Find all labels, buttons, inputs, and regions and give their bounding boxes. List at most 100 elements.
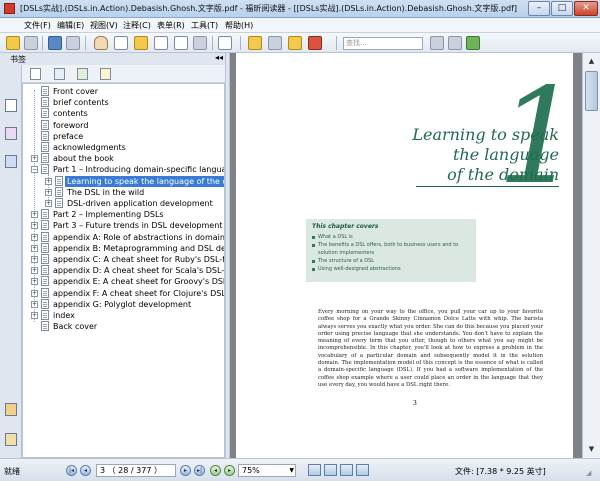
bookmark-item[interactable]: + appendix D: A cheat sheet for Scala's D… bbox=[23, 265, 224, 276]
bookmark-label: acknowledgments bbox=[53, 143, 126, 152]
note-icon[interactable] bbox=[268, 36, 282, 50]
expand-icon[interactable]: + bbox=[45, 200, 52, 207]
resize-grip-icon[interactable]: ◢ bbox=[586, 469, 596, 479]
menu-form[interactable]: 表单(R) bbox=[157, 20, 185, 31]
bookmark-item[interactable]: + about the book bbox=[23, 153, 224, 164]
close-button[interactable]: ✕ bbox=[574, 1, 598, 16]
menu-view[interactable]: 视图(V) bbox=[90, 20, 118, 31]
stamp-icon[interactable] bbox=[308, 36, 322, 50]
prev-page-button[interactable]: ◂ bbox=[80, 465, 91, 476]
minimize-button[interactable]: – bbox=[528, 1, 550, 16]
expand-icon[interactable]: + bbox=[31, 289, 38, 297]
bookmark-item[interactable]: Back cover bbox=[23, 321, 224, 332]
bookmark-item[interactable]: Front cover bbox=[23, 86, 224, 97]
document-view[interactable]: 1 Learning to speak the language of the … bbox=[230, 53, 600, 458]
search-prev-icon[interactable] bbox=[430, 36, 444, 50]
bookmark-item[interactable]: + Part 2 – Implementing DSLs bbox=[23, 209, 224, 220]
expand-icon[interactable]: + bbox=[45, 177, 52, 185]
email-icon[interactable] bbox=[66, 36, 80, 50]
bookmark-item[interactable]: + index bbox=[23, 310, 224, 321]
bookmark-item[interactable]: − Part 1 – Introducing domain-specific la… bbox=[23, 164, 224, 175]
page-number-input[interactable]: 3 （ 28 / 377 ） bbox=[96, 464, 176, 477]
search-input[interactable]: 查找... bbox=[343, 37, 423, 50]
bookmark-item[interactable]: + Learning to speak the language of the d… bbox=[23, 175, 224, 187]
continuous-view-icon[interactable] bbox=[324, 464, 337, 476]
bookmark-item[interactable]: preface bbox=[23, 130, 224, 142]
single-page-view-icon[interactable] bbox=[308, 464, 321, 476]
typewriter-icon[interactable] bbox=[174, 36, 188, 50]
expand-icon[interactable]: + bbox=[31, 233, 38, 241]
maximize-button[interactable]: □ bbox=[551, 1, 573, 16]
print-icon[interactable] bbox=[48, 36, 62, 50]
layers-tab-icon[interactable] bbox=[5, 155, 17, 168]
scroll-down-icon[interactable]: ▼ bbox=[585, 443, 598, 456]
scroll-up-icon[interactable]: ▲ bbox=[585, 55, 598, 68]
bookmark-page-icon bbox=[41, 298, 49, 309]
menu-tools[interactable]: 工具(T) bbox=[191, 20, 218, 31]
bookmark-options-icon[interactable] bbox=[100, 68, 111, 80]
new-bookmark-icon[interactable] bbox=[30, 68, 41, 80]
highlight-icon[interactable] bbox=[248, 36, 262, 50]
comment-icon[interactable] bbox=[288, 36, 302, 50]
expand-icon[interactable]: + bbox=[45, 188, 52, 196]
zoom-select[interactable]: 75% ▼ bbox=[238, 464, 296, 477]
menu-comment[interactable]: 注释(C) bbox=[123, 20, 151, 31]
bookmark-item[interactable]: + Part 3 – Future trends in DSL developme… bbox=[23, 220, 224, 231]
open-icon[interactable] bbox=[6, 36, 20, 50]
zoom-icon[interactable] bbox=[154, 36, 168, 50]
covers-item: The structure of a DSL bbox=[312, 257, 470, 265]
left-sidebar-strip bbox=[0, 53, 22, 458]
bookmark-item[interactable]: + appendix C: A cheat sheet for Ruby's DS… bbox=[23, 254, 224, 265]
next-page-button[interactable]: ▸ bbox=[180, 465, 191, 476]
bookmark-item[interactable]: + appendix B: Metaprogramming and DSL des… bbox=[23, 242, 224, 254]
bookmark-item[interactable]: + DSL-driven application development bbox=[23, 198, 224, 209]
collapse-panel-button[interactable]: ◂◂ bbox=[215, 53, 223, 62]
first-page-button[interactable]: |◂ bbox=[66, 465, 77, 476]
menu-file[interactable]: 文件(F) bbox=[24, 20, 51, 31]
expand-icon[interactable]: + bbox=[31, 222, 38, 230]
expand-bookmark-icon[interactable] bbox=[77, 68, 88, 80]
expand-icon[interactable]: + bbox=[31, 278, 38, 286]
expand-icon[interactable]: + bbox=[31, 211, 38, 219]
expand-icon[interactable]: + bbox=[31, 244, 38, 252]
menu-edit[interactable]: 编辑(E) bbox=[57, 20, 84, 31]
last-page-button[interactable]: ▸| bbox=[194, 465, 205, 476]
bookmark-item[interactable]: + appendix E: A cheat sheet for Groovy's … bbox=[23, 276, 224, 287]
bookmark-item[interactable]: + appendix G: Polyglot development bbox=[23, 298, 224, 310]
select-text-icon[interactable] bbox=[114, 36, 128, 50]
forward-view-button[interactable]: ▸ bbox=[224, 465, 235, 476]
bookmark-item[interactable]: + appendix F: A cheat sheet for Clojure's… bbox=[23, 287, 224, 299]
menu-help[interactable]: 帮助(H) bbox=[225, 20, 253, 31]
expand-icon[interactable]: + bbox=[31, 267, 38, 275]
snapshot-icon[interactable] bbox=[134, 36, 148, 50]
bookmarks-tab-icon[interactable] bbox=[5, 99, 17, 112]
bookmark-item[interactable]: acknowledgments bbox=[23, 142, 224, 153]
delete-bookmark-icon[interactable] bbox=[54, 68, 65, 80]
security-tab-icon[interactable] bbox=[5, 433, 17, 446]
hand-tool-icon[interactable] bbox=[94, 36, 108, 50]
collapse-icon[interactable]: − bbox=[31, 166, 38, 174]
bookmark-item[interactable]: foreword bbox=[23, 119, 224, 131]
attachments-tab-icon[interactable] bbox=[5, 403, 17, 416]
expand-icon[interactable]: + bbox=[31, 300, 38, 308]
back-view-button[interactable]: ◂ bbox=[210, 465, 221, 476]
pencil-icon[interactable] bbox=[218, 36, 232, 50]
bookmark-item[interactable]: brief contents bbox=[23, 97, 224, 108]
bookmark-item[interactable]: contents bbox=[23, 108, 224, 119]
bookmark-item[interactable]: + appendix A: Role of abstractions in dom… bbox=[23, 231, 224, 243]
image-icon[interactable] bbox=[193, 36, 207, 50]
scrollbar-thumb[interactable] bbox=[585, 71, 598, 111]
expand-icon[interactable]: + bbox=[31, 155, 38, 163]
search-options-icon[interactable] bbox=[466, 36, 480, 50]
expand-icon[interactable]: + bbox=[31, 256, 38, 263]
bookmark-item[interactable]: + The DSL in the wild bbox=[23, 186, 224, 198]
facing-view-icon[interactable] bbox=[340, 464, 353, 476]
search-next-icon[interactable] bbox=[448, 36, 462, 50]
vertical-scrollbar[interactable]: ▲ ▼ bbox=[582, 53, 600, 458]
bookmark-page-icon bbox=[41, 254, 49, 264]
continuous-facing-view-icon[interactable] bbox=[356, 464, 369, 476]
expand-icon[interactable]: + bbox=[31, 312, 38, 319]
pages-tab-icon[interactable] bbox=[5, 127, 17, 140]
save-icon[interactable] bbox=[24, 36, 38, 50]
chapter-title-rule bbox=[416, 186, 559, 187]
